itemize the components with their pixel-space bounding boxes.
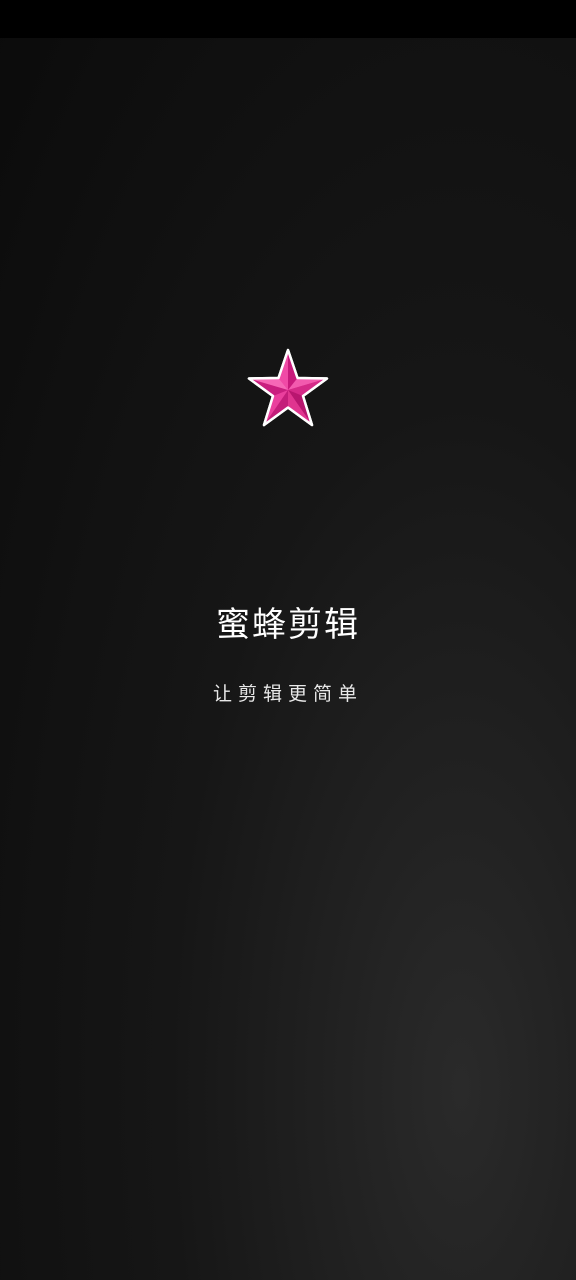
app-slogan: 让剪辑更简单 bbox=[212, 683, 363, 705]
status-bar bbox=[0, 0, 576, 38]
app-name: 蜜蜂剪辑 bbox=[216, 605, 360, 645]
splash-screen: 蜜蜂剪辑 让剪辑更简单 bbox=[0, 0, 576, 1280]
star-icon bbox=[247, 348, 329, 427]
app-logo bbox=[246, 347, 330, 431]
